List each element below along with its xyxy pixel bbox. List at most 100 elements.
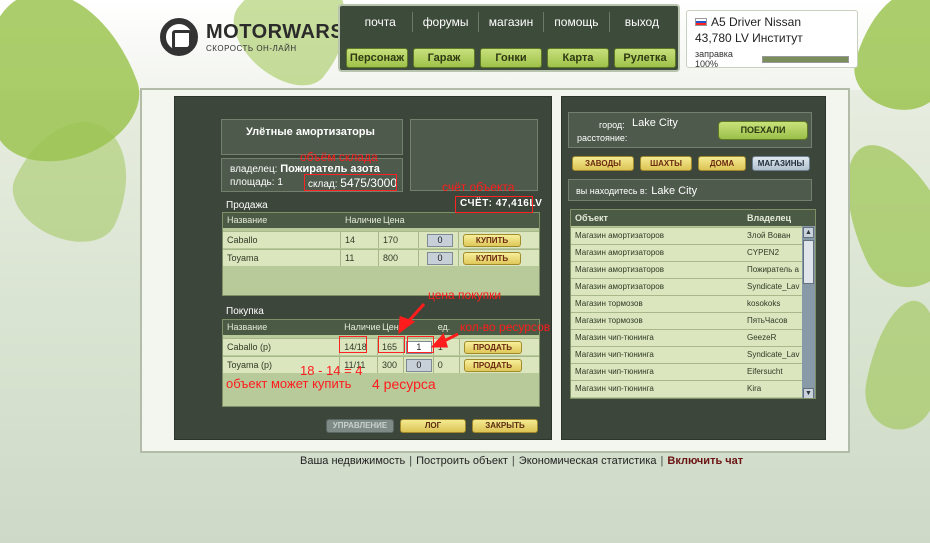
city-label: город: — [599, 120, 625, 130]
sale-item-name: Toyama — [223, 250, 341, 266]
purchase-col-price: Цена — [382, 322, 404, 332]
footer-separator: | — [409, 455, 413, 467]
list-item-object: Магазин чип-тюнинга — [575, 367, 654, 376]
list-item[interactable]: Магазин чип-тюнинга Eifersucht — [571, 363, 803, 380]
sale-item-price: 170 — [379, 232, 419, 248]
footer-links: Ваша недвижимость | Построить объект | Эконо… — [300, 455, 743, 467]
sale-section-label: Продажа — [226, 200, 268, 211]
list-item[interactable]: Магазин амортизаторов CYPEN2 — [571, 244, 803, 261]
sell-button[interactable]: ПРОДАТЬ — [463, 341, 522, 354]
owner-label: владелец: — [230, 164, 278, 175]
list-item-object: Магазин тормозов — [575, 316, 643, 325]
purchase-item-price: 300 — [378, 357, 404, 373]
list-item-object: Магазин амортизаторов — [575, 282, 664, 291]
sale-item-stock: 14 — [341, 232, 379, 248]
list-item-owner[interactable]: Syndicate_Lav — [747, 282, 801, 291]
location-name: Lake City — [651, 185, 698, 197]
sale-col-stock: Наличие — [345, 215, 382, 225]
footer-link-stats[interactable]: Экономическая статистика — [519, 455, 657, 467]
garage-button[interactable]: Гараж — [413, 48, 475, 68]
table-row: Caballo 14 170 0 КУПИТЬ — [223, 231, 539, 248]
buy-button[interactable]: КУПИТЬ — [463, 252, 521, 265]
annotation-storage: объём склада — [300, 150, 378, 164]
annotation-box-account — [455, 196, 533, 213]
annotation-purchase-price: цена покупки — [428, 288, 502, 302]
list-item[interactable]: Магазин амортизаторов Злой Вован — [571, 227, 803, 244]
quantity-input[interactable]: 0 — [427, 234, 453, 247]
tab-mines[interactable]: ШАХТЫ — [640, 156, 692, 171]
list-item[interactable]: Магазин чип-тюнинга Kira — [571, 380, 803, 397]
object-col-owner: Владелец — [747, 213, 792, 223]
close-button[interactable]: ЗАКРЫТЬ — [472, 419, 538, 433]
buy-button[interactable]: КУПИТЬ — [463, 234, 521, 247]
player-name[interactable]: A5 Driver Nissan — [711, 15, 801, 29]
menu-link-logout[interactable]: выход — [610, 12, 674, 32]
list-item-object: Магазин тормозов — [575, 299, 643, 308]
purchase-item-name: Caballo (p) — [223, 339, 341, 355]
list-item-owner[interactable]: GeezeR — [747, 333, 801, 342]
races-button[interactable]: Гонки — [480, 48, 542, 68]
list-item-object: Магазин чип-тюнинга — [575, 350, 654, 359]
list-item-owner[interactable]: Eifersucht — [747, 367, 801, 376]
fuel-bar — [762, 55, 849, 63]
footer-separator: | — [660, 455, 664, 467]
city-name: Lake City — [632, 117, 678, 129]
footer-link-chat[interactable]: Включить чат — [667, 455, 743, 467]
purchase-col-stock: Наличие — [344, 322, 381, 332]
log-button[interactable]: ЛОГ — [400, 419, 466, 433]
map-button[interactable]: Карта — [547, 48, 609, 68]
footer-link-realty[interactable]: Ваша недвижимость — [300, 455, 405, 467]
character-button[interactable]: Персонаж — [346, 48, 408, 68]
roulette-button[interactable]: Рулетка — [614, 48, 676, 68]
list-item-owner[interactable]: Syndicate_Lav — [747, 350, 801, 359]
logo-icon — [160, 18, 198, 56]
purchase-section-label: Покупка — [226, 306, 264, 317]
list-item[interactable]: Магазин тормозов ПятьЧасов — [571, 312, 803, 329]
list-item[interactable]: Магазин тормозов kosokoks — [571, 295, 803, 312]
list-item-owner[interactable]: Kira — [747, 384, 801, 393]
list-item-object: Магазин амортизаторов — [575, 231, 664, 240]
list-item-object: Магазин амортизаторов — [575, 265, 664, 274]
fuel-label: заправка 100% — [695, 49, 733, 69]
list-item[interactable]: Магазин чип-тюнинга Syndicate_Lav — [571, 346, 803, 363]
footer-link-build[interactable]: Построить объект — [416, 455, 508, 467]
object-list-header: Объект Владелец — [571, 210, 815, 226]
go-button[interactable]: ПОЕХАЛИ — [718, 121, 808, 140]
list-item-owner[interactable]: CYPEN2 — [747, 248, 801, 257]
menu-link-help[interactable]: помощь — [544, 12, 610, 32]
list-item[interactable]: Магазин амортизаторов Пожиратель а — [571, 261, 803, 278]
tab-shops[interactable]: МАГАЗИНЫ — [752, 156, 810, 171]
quantity-input[interactable]: 0 — [427, 252, 453, 265]
list-item-owner[interactable]: kosokoks — [747, 299, 801, 308]
menu-link-mail[interactable]: почта — [348, 12, 414, 32]
list-item-object: Магазин чип-тюнинга — [575, 333, 654, 342]
menu-link-shop[interactable]: магазин — [479, 12, 545, 32]
tab-houses[interactable]: ДОМА — [698, 156, 746, 171]
annotation-box-stock — [339, 336, 367, 353]
fuel-bar-fill — [763, 56, 848, 62]
footer-separator: | — [511, 455, 515, 467]
location-label: вы находитесь в: — [576, 186, 648, 196]
list-item[interactable]: Магазин чип-тюнинга GeezeR — [571, 329, 803, 346]
quantity-input[interactable]: 0 — [405, 359, 432, 372]
list-scrollbar[interactable]: ▲ ▼ — [802, 226, 815, 398]
purchase-col-name: Название — [227, 322, 268, 332]
list-item-owner[interactable]: Злой Вован — [747, 231, 801, 240]
list-item[interactable]: Магазин амортизаторов Syndicate_Lav — [571, 278, 803, 295]
manage-button[interactable]: УПРАВЛЕНИЕ — [326, 419, 394, 433]
area-label: площадь: — [230, 177, 275, 188]
sale-item-name: Caballo — [223, 232, 341, 248]
scroll-down-icon[interactable]: ▼ — [803, 388, 814, 398]
scroll-up-icon[interactable]: ▲ — [803, 227, 814, 238]
sale-item-price: 800 — [379, 250, 419, 266]
annotation-can-buy: объект может купить — [226, 376, 352, 391]
menu-links-row: почта форумы магазин помощь выход — [348, 12, 674, 32]
list-item-owner[interactable]: ПятьЧасов — [747, 316, 801, 325]
tab-factories[interactable]: ЗАВОДЫ — [572, 156, 634, 171]
list-item-owner[interactable]: Пожиратель а — [747, 265, 801, 274]
scroll-thumb[interactable] — [803, 240, 814, 284]
sale-item-stock: 11 — [341, 250, 379, 266]
menu-link-forums[interactable]: форумы — [413, 12, 479, 32]
sell-button[interactable]: ПРОДАТЬ — [463, 359, 522, 372]
annotation-can-buy-count: 4 ресурса — [372, 376, 436, 392]
